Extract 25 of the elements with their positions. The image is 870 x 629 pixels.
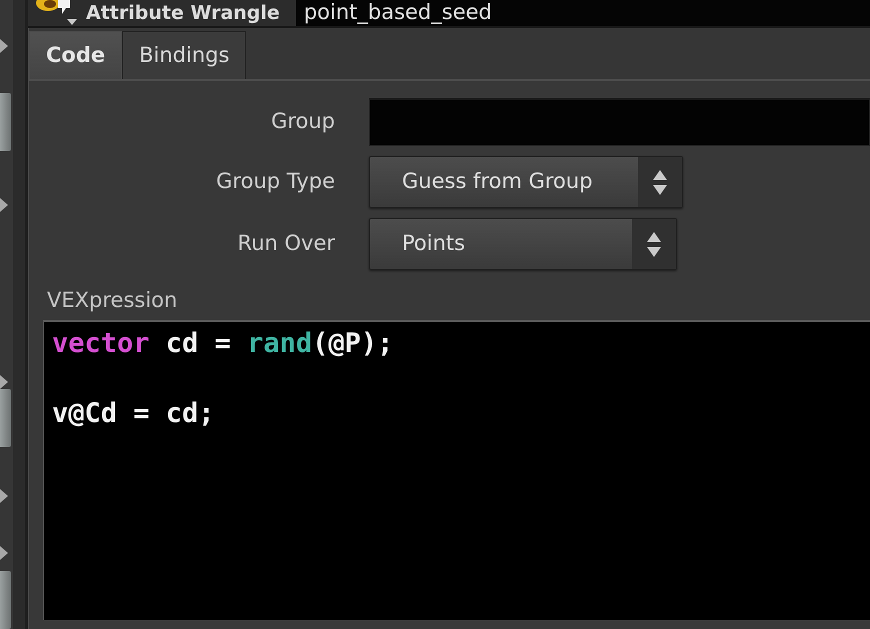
- thumbnail-tile[interactable]: [0, 389, 11, 447]
- code-line: v@Cd = cd;: [52, 397, 216, 431]
- dropdown-menu-button[interactable]: Points: [369, 218, 677, 270]
- caret-right-icon[interactable]: [0, 39, 8, 53]
- caret-right-icon[interactable]: [0, 489, 8, 503]
- parameter-label: Group Type: [215, 168, 335, 196]
- caret-right-icon[interactable]: [0, 546, 8, 560]
- tab[interactable]: Bindings: [122, 31, 246, 79]
- thumbnail-tile[interactable]: [0, 93, 11, 151]
- node-icon: [36, 0, 80, 26]
- up-down-arrows-icon: [638, 157, 682, 207]
- caret-right-icon[interactable]: [0, 375, 8, 389]
- node-type-label: Attribute Wrangle: [86, 1, 280, 26]
- caret-right-icon[interactable]: [0, 198, 8, 212]
- vexpression-label: VEXpression: [47, 287, 178, 314]
- up-down-arrows-icon: [632, 219, 676, 269]
- parameter-label: Group: [270, 108, 335, 136]
- thumbnail-tile[interactable]: [0, 571, 11, 629]
- parameter-label: Run Over: [236, 230, 335, 258]
- tab[interactable]: Code: [29, 31, 122, 79]
- code-line: vector cd = rand(@P);: [52, 327, 394, 361]
- dropdown-menu-button[interactable]: Guess from Group: [369, 156, 683, 208]
- node-name-field[interactable]: point_based_seed: [296, 0, 870, 26]
- code-editor[interactable]: vector cd = rand(@P); v@Cd = cd;: [43, 320, 870, 620]
- group-field[interactable]: [369, 98, 870, 146]
